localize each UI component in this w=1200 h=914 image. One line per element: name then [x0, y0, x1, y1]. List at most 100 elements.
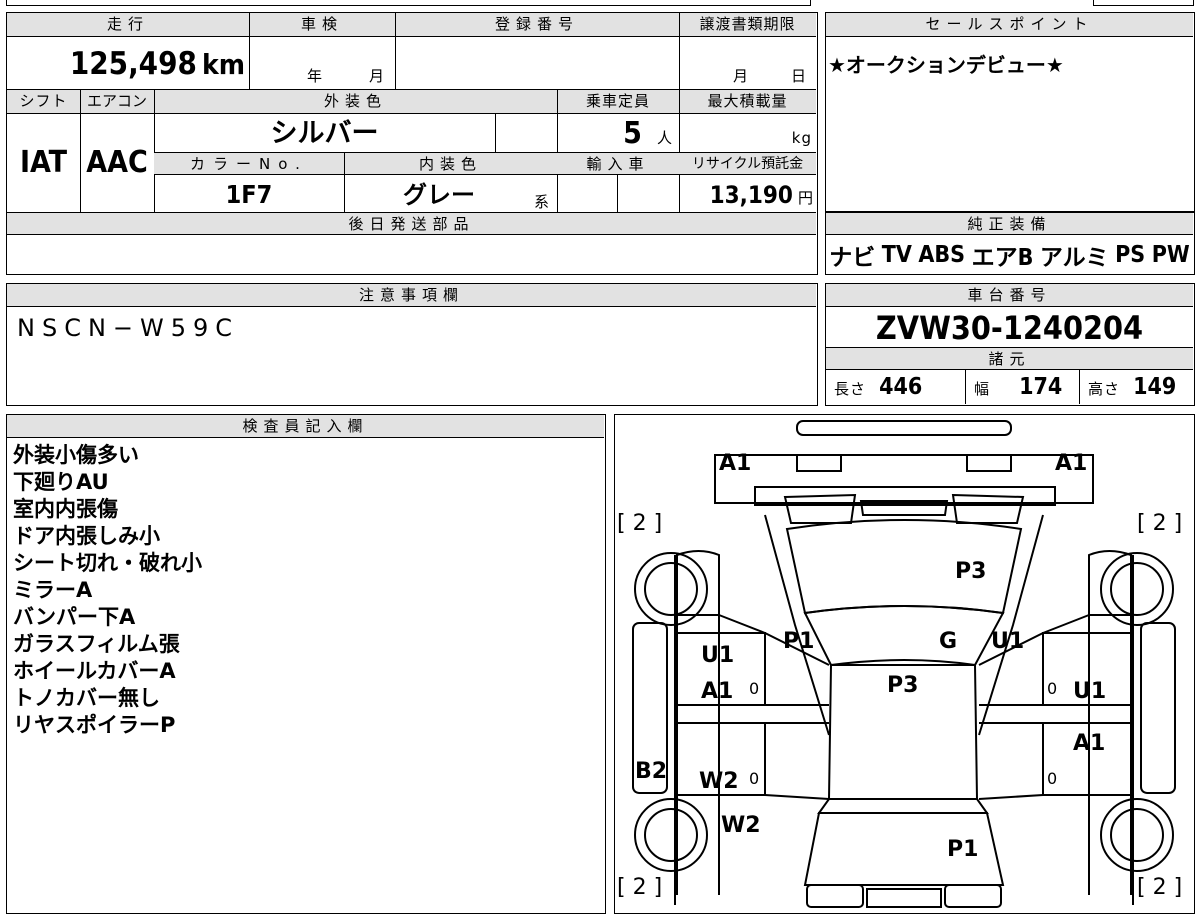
transfer-month-unit: 月 — [733, 67, 750, 85]
registration-header: 登録番号 — [395, 13, 679, 37]
color-no-header: カラーNo. — [154, 153, 344, 175]
spec-length-value: 446 — [879, 374, 923, 400]
equip-abs: ABS — [918, 242, 966, 268]
inspector-header: 検査員記入欄 — [7, 415, 604, 438]
interior-color-header: 内装色 — [344, 153, 557, 175]
inspector-notes: 外装小傷多い 下廻りAU 室内内張傷 ドア内張しみ小 シート切れ・破れ小 ミラー… — [13, 442, 202, 739]
mark-skirt-left-b2: B2 — [635, 759, 668, 784]
spec-width: 幅 174 — [974, 374, 1063, 400]
equip-pw: PW — [1151, 242, 1190, 268]
interior-color-value: グレー — [403, 181, 475, 209]
capacity-unit: 人 — [656, 129, 673, 147]
mark-front-door-right-u1: U1 — [1073, 679, 1107, 704]
spec-height-value: 149 — [1133, 374, 1177, 400]
chassis-number: ZVW30-1240204 — [875, 309, 1144, 347]
sales-point-text: ★オークションデビュー★ — [828, 53, 1064, 77]
exterior-color-value: シルバー — [270, 118, 379, 149]
interior-color-suffix: 系 — [534, 193, 551, 211]
transfer-day-unit: 日 — [791, 67, 808, 85]
notes-text: NSCN−W59C — [17, 314, 240, 342]
inspector-line: 下廻りAU — [13, 470, 109, 494]
mark-front-door-left-a1: A1 — [701, 679, 734, 704]
mark-a1-front-right: A1 — [1055, 451, 1088, 476]
chassis-header: 車台番号 — [826, 284, 1193, 307]
mark-windshield-g: G — [939, 629, 958, 654]
transfer-deadline-header: 譲渡書類期限 — [679, 13, 816, 37]
import-header: 輸入車 — [557, 153, 679, 175]
vehicle-info-table: 走行 車検 登録番号 譲渡書類期限 125,498 km 年 月 月 日 シフト… — [6, 12, 818, 275]
mark-front-door-left-u1: U1 — [701, 643, 735, 668]
mark-zero: 0 — [749, 679, 760, 698]
chassis-box: 車台番号 ZVW30-1240204 諸元 長さ 446 幅 174 高さ 14… — [825, 283, 1195, 406]
spec-height: 高さ 149 — [1088, 374, 1177, 400]
mark-a1-front-left: A1 — [719, 451, 752, 476]
notes-box: 注意事項欄 NSCN−W59C — [6, 283, 818, 406]
specs-header: 諸元 — [826, 348, 1193, 370]
capacity-value: 5 — [623, 116, 642, 151]
mark-rear-door-left-w2: W2 — [699, 769, 739, 794]
inspector-line: シート切れ・破れ小 — [13, 551, 202, 575]
mark-zero: 0 — [1047, 769, 1058, 788]
shift-value: IAT — [19, 145, 67, 180]
recycle-header: リサイクル預託金 — [679, 153, 816, 175]
mark-hood-p3: P3 — [955, 559, 987, 584]
mark-tire-front-left: [ 2 ] — [617, 511, 663, 536]
mark-rear-fender-left-w2: W2 — [721, 813, 761, 838]
mark-pillar-u1-right: U1 — [991, 629, 1025, 654]
max-load-header: 最大積載量 — [679, 90, 816, 114]
color-no-value: 1F7 — [225, 180, 273, 209]
mileage-value: 125,498 — [69, 46, 197, 82]
notes-header: 注意事項欄 — [7, 284, 816, 307]
max-load-unit: kg — [791, 129, 812, 147]
sales-point-box: セールスポイント ★オークションデビュー★ — [825, 12, 1195, 212]
mark-tire-rear-right: [ 2 ] — [1137, 875, 1183, 900]
mark-roof-p3: P3 — [887, 673, 919, 698]
shaken-year-unit: 年 — [307, 67, 324, 85]
mark-pillar-p1: P1 — [783, 629, 815, 654]
spec-width-value: 174 — [1019, 374, 1063, 400]
equip-airbag: エアB — [971, 245, 1034, 271]
inspector-line: ドア内張しみ小 — [13, 524, 160, 548]
inspector-line: トノカバー無し — [13, 686, 160, 710]
inspector-line: ホイールカバーA — [13, 659, 176, 683]
mark-zero: 0 — [1047, 679, 1058, 698]
shaken-header: 車検 — [249, 13, 395, 37]
mark-rear-door-right-a1: A1 — [1073, 731, 1106, 756]
shift-header: シフト — [7, 90, 80, 114]
later-parts-header: 後日発送部品 — [7, 213, 816, 235]
shaken-month-unit: 月 — [369, 67, 386, 85]
equip-navi: ナビ — [829, 245, 876, 271]
spec-length: 長さ 446 — [834, 374, 923, 400]
exterior-color-header: 外装色 — [154, 90, 557, 114]
equip-alloy: アルミ — [1039, 245, 1109, 271]
inspector-line: 外装小傷多い — [13, 443, 139, 467]
mileage-unit: km — [202, 48, 245, 81]
mileage-value-cell: 125,498 km — [7, 39, 249, 89]
sales-point-header: セールスポイント — [826, 13, 1193, 37]
mark-trunk-p1: P1 — [947, 837, 979, 862]
equip-tv: TV — [881, 242, 912, 268]
recycle-value-cell: 13,190 円 — [679, 175, 816, 212]
mark-zero: 0 — [749, 769, 760, 788]
capacity-value-cell: 5 人 — [557, 114, 679, 152]
equipment-box: 純正装備 ナビ TV ABS エアB アルミ PS PW — [825, 212, 1195, 275]
inspector-line: ミラーA — [13, 578, 93, 602]
top-strip-right — [1093, 0, 1194, 6]
car-damage-diagram: A1 A1 [ 2 ] [ 2 ] [ 2 ] [ 2 ] P3 P1 G U1… — [614, 414, 1195, 914]
equipment-list: ナビ TV ABS エアB アルミ PS PW — [826, 237, 1193, 273]
recycle-value: 13,190 — [709, 181, 793, 209]
inspector-box: 検査員記入欄 外装小傷多い 下廻りAU 室内内張傷 ドア内張しみ小 シート切れ・… — [6, 414, 606, 914]
inspector-line: 室内内張傷 — [13, 497, 118, 521]
inspector-line: リヤスポイラーP — [13, 713, 176, 737]
top-strip — [6, 0, 811, 6]
aircon-header: エアコン — [80, 90, 154, 114]
equip-ps: PS — [1115, 242, 1146, 268]
mark-tire-rear-left: [ 2 ] — [617, 875, 663, 900]
mark-tire-front-right: [ 2 ] — [1137, 511, 1183, 536]
inspector-line: ガラスフィルム張 — [13, 632, 180, 656]
capacity-header: 乗車定員 — [557, 90, 679, 114]
aircon-value: AAC — [86, 145, 148, 180]
recycle-unit: 円 — [797, 189, 814, 207]
equipment-header: 純正装備 — [826, 213, 1193, 235]
mileage-header: 走行 — [7, 13, 249, 37]
